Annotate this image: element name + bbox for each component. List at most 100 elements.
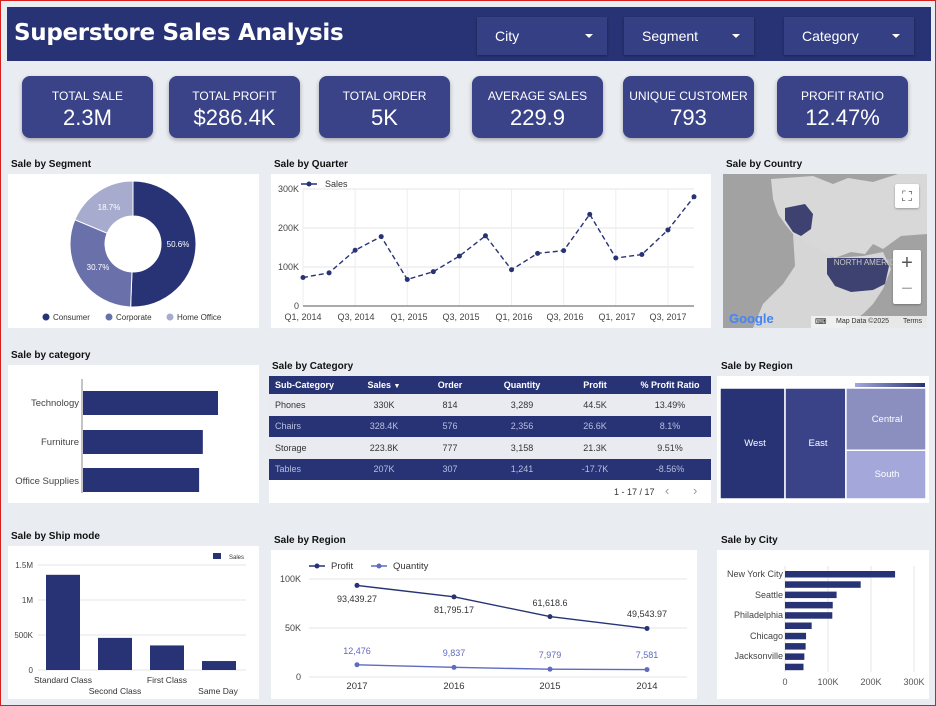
data-point[interactable] [326,270,332,276]
chevron-right-icon[interactable]: › [693,483,697,498]
bar-technology[interactable] [83,391,218,415]
quarter-chart-title: Sale by Quarter [274,159,348,170]
tile-label: West [744,438,766,449]
data-point[interactable] [354,582,360,588]
city-bar[interactable] [785,622,812,630]
column-header-sales[interactable]: Sales ▼ [351,376,417,394]
city-bar[interactable] [785,571,896,578]
chevron-down-icon [585,34,593,38]
city-bar[interactable] [785,601,833,609]
column-header[interactable]: Quantity [483,376,561,394]
city-bar[interactable] [785,653,805,660]
map-terms-link[interactable]: Terms [903,318,922,325]
data-point[interactable] [482,233,488,239]
city-bar[interactable] [785,591,837,599]
kpi-value: $286.4K [193,105,276,130]
plus-icon[interactable]: + [893,250,921,277]
data-point[interactable] [665,227,671,233]
segment-filter-dropdown[interactable]: Segment [624,17,754,55]
data-point[interactable] [404,276,410,282]
city-filter-dropdown[interactable]: City [477,17,607,55]
data-point[interactable] [456,253,462,259]
data-point[interactable] [535,250,541,256]
data-point[interactable] [639,252,645,258]
data-point[interactable] [430,269,436,275]
google-logo: Google [729,311,774,326]
data-point[interactable] [644,667,650,673]
category-label: Philadelphia [734,610,783,620]
chevron-left-icon[interactable]: ‹ [665,483,669,498]
category-label: Chicago [750,631,783,641]
column-header[interactable]: Profit [561,376,629,394]
data-point[interactable] [352,247,358,253]
data-point[interactable] [547,666,553,672]
table-cell: 44.5K [561,394,629,416]
x-tick-label: 200K [860,677,881,687]
table-row[interactable]: Phones 330K 814 3,289 44.5K 13.49% [269,394,711,416]
category-bar-panel: Technology Furniture Office Supplies [8,365,259,503]
keyboard-icon[interactable]: ⌨ [815,317,827,326]
category-filter-dropdown[interactable]: Category [784,17,914,55]
data-point[interactable] [509,267,515,273]
table-row[interactable]: Tables 207K 307 1,241 -17.7K -8.56% [269,458,711,480]
bar-second-class[interactable] [98,637,132,670]
category-bar-title: Sale by category [11,350,91,361]
data-point[interactable] [561,248,567,254]
x-tick-label: Q3, 2014 [337,312,374,322]
tile-label: South [875,469,900,480]
table-row[interactable]: Storage 223.8K 777 3,158 21.3K 9.51% [269,437,711,459]
column-header[interactable]: % Profit Ratio [629,376,711,394]
data-point[interactable] [451,664,457,670]
kpi-label: TOTAL ORDER [342,89,427,103]
kpi-label: PROFIT RATIO [801,89,884,103]
country-map[interactable]: NORTH AMERICA ⛶ + − Google ⌨ Map Data ©2… [723,174,927,328]
bar-first-class[interactable] [150,645,184,670]
minus-icon[interactable]: − [893,277,921,304]
bar-standard-class[interactable] [46,574,80,670]
bar-same-day[interactable] [202,661,236,670]
legend-label: Quantity [393,561,429,572]
city-bar[interactable] [785,643,806,650]
category-label: Technology [31,398,79,409]
data-label: 93,439.27 [337,594,377,604]
legend-swatch [166,313,174,321]
table-cell: 21.3K [561,437,629,459]
fullscreen-icon[interactable]: ⛶ [895,184,919,208]
x-tick-label: Q1, 2014 [284,312,321,322]
y-tick-label: 0 [294,301,299,311]
color-scale-bar [855,383,925,387]
data-point[interactable] [300,275,306,281]
table-cell: 328.4K [351,415,417,437]
city-bar-chart: New York City Seattle Philadelphia Chica… [727,566,925,687]
bar-furniture[interactable] [83,430,203,454]
kpi-total-order: TOTAL ORDER 5K [319,76,450,138]
sort-desc-icon[interactable]: ▼ [394,383,401,390]
region-treemap-title: Sale by Region [721,361,793,372]
data-point[interactable] [547,614,553,620]
legend-label: Sales [325,179,348,189]
x-tick-label: 300K [903,677,924,687]
legend-label: Corporate [116,313,152,322]
city-bar[interactable] [785,612,833,619]
region-treemap-panel: West East Central South [717,376,929,503]
quarter-chart-panel: Sales 300K 200K 100K 0 Q1, 2014 Q3, 2014… [271,174,711,328]
bar-office-supplies[interactable] [83,468,200,492]
x-tick-label: Q1, 2016 [495,312,532,322]
column-header[interactable]: Sub-Category [269,376,351,394]
city-bar[interactable] [785,581,861,588]
data-point[interactable] [587,211,593,217]
data-point[interactable] [378,234,384,240]
data-point[interactable] [451,594,457,600]
legend-swatch [213,553,221,559]
data-point[interactable] [613,255,619,261]
dashboard: Superstore Sales Analysis City Segment C… [0,0,936,706]
data-point[interactable] [354,662,360,668]
legend-marker [306,181,312,187]
table-row[interactable]: Chairs 328.4K 576 2,356 26.6K 8.1% [269,415,711,437]
data-point[interactable] [644,625,650,631]
data-point[interactable] [691,194,697,200]
column-header[interactable]: Order [417,376,483,394]
data-label: 81,795.17 [434,605,474,615]
city-bar[interactable] [785,632,807,640]
city-bar[interactable] [785,663,804,671]
